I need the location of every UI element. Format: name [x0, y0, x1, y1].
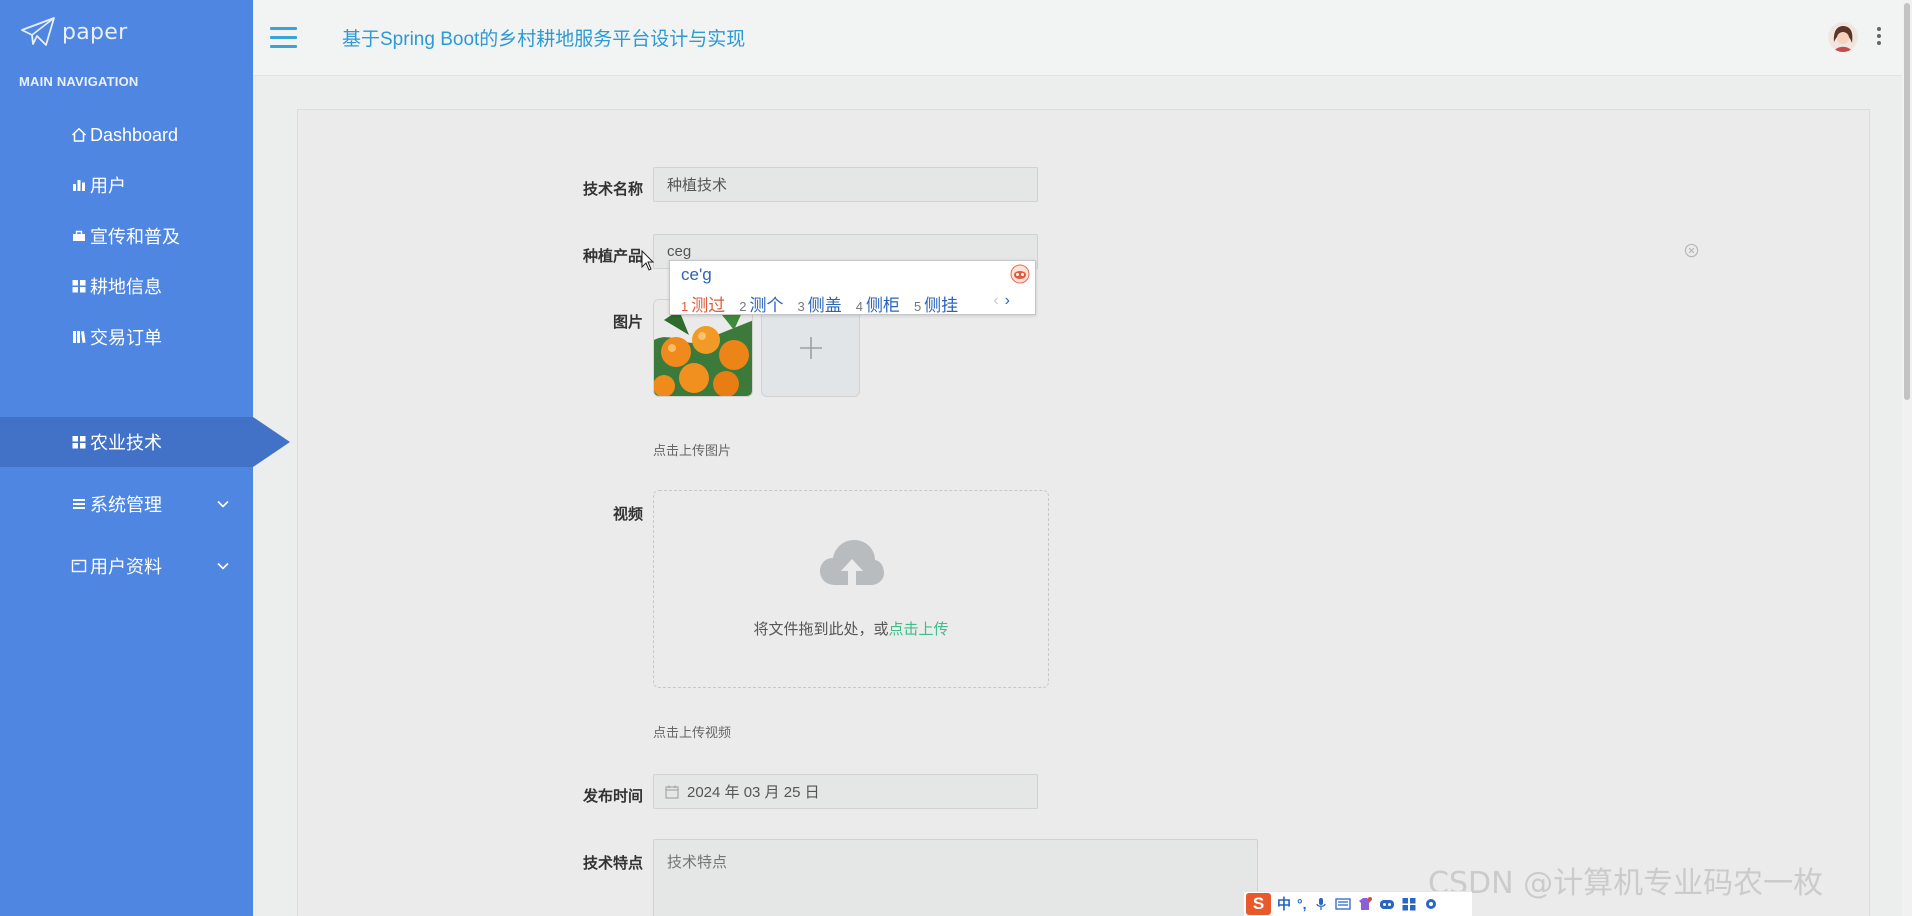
publish-time-input[interactable] — [653, 774, 1038, 809]
bar-chart-icon — [70, 176, 88, 194]
features-label: 技术特点 — [582, 855, 643, 872]
sidebar-item-system[interactable]: 系统管理 — [0, 479, 253, 529]
tech-name-label: 技术名称 — [582, 181, 643, 198]
sidebar-item-agri-tech[interactable]: 农业技术 — [0, 417, 290, 467]
image-upload-hint: 点击上传图片 — [653, 443, 732, 458]
top-header: 基于Spring Boot的乡村耕地服务平台设计与实现 — [253, 0, 1912, 76]
ime-toolbar: S 中 °, — [1244, 891, 1472, 916]
robot-icon[interactable] — [1379, 897, 1395, 911]
avatar[interactable] — [1828, 22, 1858, 52]
sidebar-item-label: 宣传和普及 — [90, 227, 180, 247]
microphone-icon[interactable] — [1313, 897, 1329, 911]
clear-icon[interactable] — [1684, 243, 1699, 258]
ime-next-page[interactable]: › — [1005, 292, 1010, 309]
publish-time-label: 发布时间 — [582, 788, 643, 805]
book-icon — [70, 328, 88, 346]
grid-icon — [70, 277, 88, 295]
video-upload-hint: 点击上传视频 — [653, 725, 732, 740]
settings-icon[interactable] — [1423, 897, 1439, 911]
ime-prev-page[interactable]: ‹ — [993, 292, 998, 309]
chevron-down-icon — [217, 500, 229, 508]
plus-icon — [799, 337, 822, 359]
card-icon — [70, 557, 88, 575]
sidebar-item-label: 系统管理 — [90, 495, 162, 515]
ime-page-nav[interactable]: ‹ › — [993, 292, 1010, 310]
keyboard-icon[interactable] — [1334, 897, 1351, 911]
sidebar-item-orders[interactable]: 交易订单 — [0, 312, 253, 362]
image-label: 图片 — [612, 314, 643, 331]
list-icon — [70, 495, 88, 513]
sidebar-item-label: 耕地信息 — [90, 277, 162, 297]
mouse-cursor-icon — [641, 250, 655, 271]
brand-name: paper — [62, 19, 128, 45]
ime-candidate[interactable]: 1 测过 — [681, 291, 725, 316]
sidebar-item-profile[interactable]: 用户资料 — [0, 541, 253, 591]
scrollbar-thumb[interactable] — [1904, 3, 1910, 400]
sidebar: paper MAIN NAVIGATION Dashboard 用户 宣传和普及… — [0, 0, 290, 916]
video-label: 视频 — [612, 506, 643, 523]
ime-candidate-list: 1 测过 2 测个 3 侧盖 4 侧柜 5 侧挂 — [681, 291, 958, 316]
video-dropzone[interactable]: 将文件拖到此处，或点击上传 — [653, 490, 1049, 688]
ime-candidate[interactable]: 3 侧盖 — [797, 291, 841, 316]
sidebar-item-label: 农业技术 — [90, 433, 162, 453]
sidebar-item-users[interactable]: 用户 — [0, 160, 253, 210]
ime-mode-toggle[interactable]: 中 — [1277, 894, 1291, 914]
ime-composition: ce'g — [681, 265, 712, 284]
form-card — [297, 109, 1870, 916]
ime-candidate[interactable]: 2 测个 — [739, 291, 783, 316]
ime-candidate[interactable]: 5 侧挂 — [914, 291, 958, 316]
nav-header: MAIN NAVIGATION — [19, 74, 139, 89]
sidebar-item-promotion[interactable]: 宣传和普及 — [0, 211, 253, 261]
ime-punctuation-toggle[interactable]: °, — [1297, 896, 1307, 912]
skin-icon[interactable] — [1357, 897, 1373, 911]
briefcase-icon — [70, 227, 88, 245]
menu-toggle-icon[interactable] — [270, 25, 300, 49]
calendar-icon — [665, 785, 679, 799]
sidebar-item-label: Dashboard — [90, 124, 179, 145]
sidebar-item-dashboard[interactable]: Dashboard — [0, 110, 253, 160]
sidebar-item-label: 用户资料 — [90, 557, 162, 577]
features-textarea[interactable] — [653, 839, 1258, 916]
product-label: 种植产品 — [582, 248, 643, 265]
ime-candidate[interactable]: 4 侧柜 — [856, 291, 900, 316]
brand-logo[interactable]: paper — [20, 14, 128, 50]
sidebar-item-label: 用户 — [90, 176, 126, 196]
ime-logo-icon[interactable] — [1010, 264, 1030, 284]
page-title: 基于Spring Boot的乡村耕地服务平台设计与实现 — [342, 29, 746, 50]
ime-candidate-popup: ce'g 1 测过 2 测个 3 侧盖 4 侧柜 5 侧挂 ‹ › — [669, 260, 1036, 315]
sidebar-item-farmland[interactable]: 耕地信息 — [0, 261, 253, 311]
cloud-upload-icon — [820, 540, 884, 587]
vertical-scrollbar[interactable] — [1902, 0, 1912, 916]
watermark: CSDN @计算机专业码农一枚 — [1428, 866, 1824, 901]
paper-plane-icon — [21, 17, 55, 46]
toolbox-icon[interactable] — [1401, 897, 1417, 911]
sidebar-item-label: 交易订单 — [90, 328, 162, 348]
dropzone-text: 将文件拖到此处，或点击上传 — [654, 618, 1048, 639]
chevron-down-icon — [217, 562, 229, 570]
ime-toolbar-logo[interactable]: S — [1246, 893, 1271, 915]
more-options-icon[interactable] — [1876, 27, 1882, 47]
dropzone-instruction: 将文件拖到此处，或 — [753, 621, 889, 638]
home-icon — [70, 126, 88, 144]
click-upload-link[interactable]: 点击上传 — [889, 621, 949, 638]
grid-icon — [70, 433, 88, 451]
tech-name-input[interactable] — [653, 167, 1038, 202]
